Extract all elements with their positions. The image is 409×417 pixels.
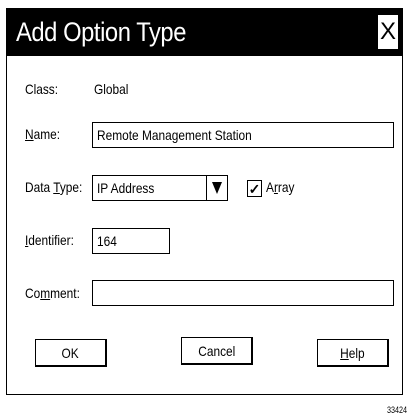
cancel-button[interactable]: Cancel xyxy=(181,337,253,365)
name-field[interactable]: Remote Management Station xyxy=(92,122,394,148)
close-icon: X xyxy=(379,18,396,45)
identifier-label: Identifier: xyxy=(25,232,74,248)
class-value: Global xyxy=(94,81,129,97)
data-type-label: Data Type: xyxy=(25,179,83,195)
cancel-button-label: Cancel xyxy=(197,342,236,359)
comment-field[interactable] xyxy=(92,280,394,306)
dialog-title: Add Option Type xyxy=(16,17,186,47)
add-option-type-dialog: Add Option Type X Class: Global Name: Re… xyxy=(6,8,403,395)
figure-id: 33424 xyxy=(386,405,407,415)
help-button-label: Help xyxy=(340,344,365,361)
name-field-value: Remote Management Station xyxy=(97,127,252,143)
name-label: Name: xyxy=(25,126,61,142)
checkmark-icon: ✓ xyxy=(248,180,261,197)
ok-button[interactable]: OK xyxy=(35,339,107,367)
close-button[interactable]: X xyxy=(377,14,399,50)
identifier-field[interactable]: 164 xyxy=(92,228,170,254)
data-type-value: IP Address xyxy=(97,180,155,196)
title-bar: Add Option Type X xyxy=(7,9,402,56)
class-label: Class: xyxy=(25,81,59,97)
data-type-select[interactable]: IP Address xyxy=(92,175,207,201)
identifier-field-value: 164 xyxy=(97,233,117,249)
array-checkbox[interactable]: ✓ xyxy=(247,180,262,197)
comment-label: Comment: xyxy=(25,285,80,301)
data-type-dropdown-button[interactable] xyxy=(206,175,228,201)
ok-button-label: OK xyxy=(61,344,80,361)
dropdown-arrow-icon xyxy=(212,182,222,194)
array-label: Array xyxy=(266,179,295,195)
help-button[interactable]: Help xyxy=(317,339,389,367)
